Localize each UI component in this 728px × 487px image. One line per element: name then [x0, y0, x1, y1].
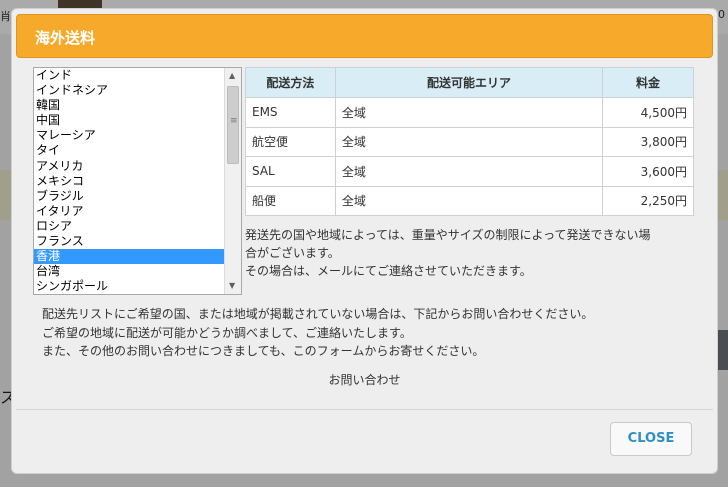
arrow-up-icon: ▲ [229, 71, 236, 80]
listbox-scrollbar[interactable]: ▲ ≡ ▼ [224, 68, 241, 294]
cell-method: 船便 [245, 185, 336, 216]
cell-area: 全域 [334, 126, 604, 157]
cell-price: 4,500円 [602, 97, 694, 128]
cell-price: 3,800円 [602, 126, 694, 157]
modal-header: 海外送料 [16, 14, 713, 58]
cell-price: 3,600円 [602, 156, 694, 187]
table-row: 船便 全域 2,250円 [245, 185, 694, 216]
cell-area: 全域 [334, 156, 604, 187]
country-options: インド インドネシア 韓国 中国 マレーシア タイ アメリカ メキシコ ブラジル イタリア ロシアフ… [34, 68, 224, 294]
cell-area: 全域 [334, 97, 604, 128]
arrow-down-icon: ▼ [229, 281, 236, 290]
country-option[interactable]: マレーシア [34, 128, 224, 143]
close-button[interactable]: CLOSE [610, 422, 692, 456]
footer-divider [16, 409, 713, 410]
country-option[interactable]: フランス [34, 234, 224, 249]
table-header-row: 配送方法 配送可能エリア 料金 [245, 67, 694, 98]
scroll-thumb[interactable]: ≡ [227, 86, 239, 164]
country-option[interactable]: ロシア [34, 219, 224, 234]
info-line: ご希望の地域に配送が可能かどうか調べまして、ご連絡いたします。 [42, 325, 412, 340]
header-area: 配送可能エリア [334, 67, 604, 98]
country-option[interactable]: メキシコ [34, 174, 224, 189]
cell-area: 全域 [334, 185, 604, 216]
notice-line: 発送先の国や地域によっては、重量やサイズの制限によって発送できない場 [245, 228, 651, 242]
shipping-modal: 海外送料 インド インドネシア 韓国 中国 マレーシア タイ アメリカ メキシコ ブラジル イタリ… [11, 8, 718, 474]
country-option[interactable]: インドネシア [34, 83, 224, 98]
scroll-up-button[interactable]: ▲ [225, 68, 241, 84]
info-line: また、その他のお問い合わせにつきましても、このフォームからお寄せください。 [42, 344, 485, 358]
info-line: 配送先リストにご希望の国、または地域が掲載されていない場合は、下記からお問い合わ… [42, 307, 594, 321]
country-option[interactable]: アメリカ [34, 159, 224, 174]
notice-line: その場合は、メールにてご連絡させていただきます。 [245, 264, 532, 278]
cell-method: 航空便 [245, 126, 336, 157]
table-row: 航空便 全域 3,800円 [245, 126, 694, 157]
cell-price: 2,250円 [602, 185, 694, 216]
shipping-rate-table: 配送方法 配送可能エリア 料金 EMS 全域 4,500円 航空便 全域 3,8… [245, 67, 694, 216]
cell-method: SAL [245, 156, 336, 187]
modal-title: 海外送料 [35, 29, 96, 47]
country-option[interactable]: 韓国 [34, 98, 224, 113]
header-price: 料金 [602, 67, 694, 98]
country-option[interactable]: インド [34, 68, 224, 83]
country-option[interactable]: 中国 [34, 113, 224, 128]
country-listbox[interactable]: インド インドネシア 韓国 中国 マレーシア タイ アメリカ メキシコ ブラジル イタリア ロシアフ… [33, 67, 242, 295]
country-option[interactable]: 台湾 [34, 264, 224, 279]
table-row: EMS 全域 4,500円 [245, 97, 694, 128]
notice-line: 合がございます。 [245, 246, 340, 260]
cell-method: EMS [245, 97, 336, 128]
grip-icon: ≡ [230, 116, 238, 126]
table-row: SAL 全域 3,600円 [245, 156, 694, 187]
inquiry-info: 配送先リストにご希望の国、または地域が掲載されていない場合は、下記からお問い合わ… [42, 305, 702, 361]
shipping-notice: 発送先の国や地域によっては、重量やサイズの制限によって発送できない場 合がござい… [245, 226, 705, 280]
contact-link[interactable]: お問い合わせ [12, 371, 717, 388]
country-option[interactable]: シンガポール [34, 279, 224, 294]
country-option[interactable]: 香港 [34, 249, 224, 265]
header-method: 配送方法 [245, 67, 336, 98]
country-option[interactable]: タイ [34, 143, 224, 158]
scroll-down-button[interactable]: ▼ [225, 278, 241, 294]
country-option[interactable]: ブラジル [34, 189, 224, 204]
country-option[interactable]: イタリア [34, 204, 224, 219]
